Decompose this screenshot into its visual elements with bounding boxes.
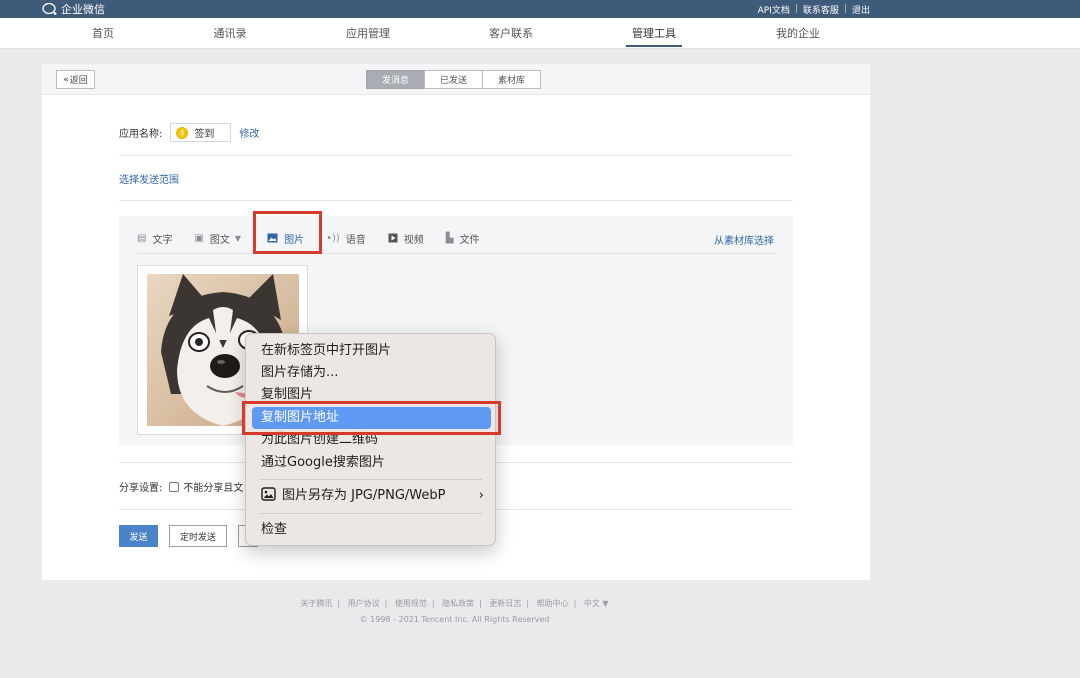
brand-logo[interactable]: 企业微信 [42, 0, 105, 18]
dropdown-arrow-icon: ▼ [234, 233, 242, 243]
tab-sent[interactable]: 已发送 [424, 70, 483, 89]
nav-item-tools[interactable]: 管理工具 [626, 18, 682, 49]
nav-item-apps[interactable]: 应用管理 [346, 18, 390, 49]
app-coin-icon: $ [176, 126, 189, 139]
copyright: © 1998 - 2021 Tencent Inc. All Rights Re… [359, 615, 550, 624]
tool-label: 语音 [345, 234, 366, 246]
footer-link[interactable]: 更新日志 [489, 599, 521, 608]
wecom-logo-icon [42, 2, 57, 15]
footer-link[interactable]: 使用规范 [395, 599, 427, 608]
tool-label: 视频 [403, 234, 424, 246]
tool-video[interactable]: 视频 [388, 231, 424, 246]
language-select[interactable]: 中文 ▼ [584, 599, 609, 608]
divider [119, 200, 793, 201]
video-icon [388, 233, 398, 243]
share-settings: 分享设置: 不能分享且文 [119, 479, 243, 494]
chevron-right-icon: › [478, 488, 484, 503]
nav-item-customers[interactable]: 客户联系 [489, 18, 533, 49]
share-label: 分享设置: [119, 483, 163, 494]
back-label: 返回 [69, 76, 88, 86]
tab-library[interactable]: 素材库 [482, 70, 541, 89]
footer-link[interactable]: 用户协议 [348, 599, 380, 608]
menu-item-google-search[interactable]: 通过Google搜索图片 [252, 452, 491, 474]
select-scope-link[interactable]: 选择发送范围 [119, 171, 179, 186]
picture-icon [261, 487, 276, 501]
back-button[interactable]: « 返回 [56, 70, 95, 89]
save-as-label: 图片另存为 JPG/PNG/WebP [282, 488, 446, 503]
file-icon: ▙ [445, 232, 454, 244]
tool-text[interactable]: ▤ 文字 [137, 231, 172, 246]
api-docs-link[interactable]: API文档 [758, 3, 790, 16]
footer-links: 关于腾讯 | 用户协议 | 使用规范 | 隐私政策 | 更新日志 | 帮助中心 | 中文 ▼ [300, 599, 609, 608]
brand-name: 企业微信 [61, 3, 105, 16]
app-name-row: 应用名称: $ 签到 修改 [119, 123, 259, 142]
nav-item-home[interactable]: 首页 [92, 18, 114, 49]
main-nav: 首页 通讯录 应用管理 客户联系 管理工具 我的企业 [0, 18, 1080, 49]
menu-separator [260, 479, 482, 480]
nav-item-company[interactable]: 我的企业 [776, 18, 820, 49]
edit-app-link[interactable]: 修改 [239, 125, 259, 140]
menu-item-inspect[interactable]: 检查 [252, 519, 491, 541]
double-chevron-left-icon: « [63, 74, 69, 85]
tool-label: 文件 [459, 234, 480, 246]
tool-voice[interactable]: •)) 语音 [326, 231, 366, 246]
top-bar: 企业微信 API文档 | 联系客服 | 退出 [0, 0, 1080, 18]
share-option-label: 不能分享且文 [183, 483, 244, 494]
context-menu: 在新标签页中打开图片 图片存储为... 复制图片 复制图片地址 为此图片创建二维… [245, 333, 496, 546]
menu-item-open-in-new-tab[interactable]: 在新标签页中打开图片 [252, 340, 491, 362]
no-share-checkbox[interactable] [169, 481, 180, 492]
send-button[interactable]: 发送 [119, 525, 158, 547]
article-icon: ▣ [194, 232, 204, 244]
choose-from-library-link[interactable]: 从素材库选择 [714, 232, 774, 247]
message-tabs: 发消息 已发送 素材库 [366, 70, 541, 89]
action-buttons: 发送 定时发送 [119, 525, 259, 547]
footer-link[interactable]: 隐私政策 [442, 599, 474, 608]
menu-item-save-as-format[interactable]: 图片另存为 JPG/PNG/WebP › [252, 485, 491, 507]
highlight-frame [253, 211, 322, 254]
support-link[interactable]: 联系客服 [803, 3, 839, 16]
voice-icon: •)) [326, 232, 340, 244]
menu-item-save-image[interactable]: 图片存储为... [252, 362, 491, 384]
divider [137, 253, 775, 254]
schedule-send-button[interactable]: 定时发送 [169, 525, 228, 547]
highlight-frame [242, 401, 501, 435]
tool-label: 图文 [209, 234, 230, 246]
nav-item-contacts[interactable]: 通讯录 [214, 18, 247, 49]
footer-link[interactable]: 帮助中心 [537, 599, 569, 608]
tool-file[interactable]: ▙ 文件 [446, 231, 480, 246]
app-name-value: 签到 [194, 129, 215, 140]
divider [119, 155, 793, 156]
top-links: API文档 | 联系客服 | 退出 [757, 3, 870, 16]
text-icon: ▤ [137, 232, 147, 244]
tool-label: 文字 [152, 234, 173, 246]
app-chip: $ 签到 [170, 123, 232, 142]
tool-article[interactable]: ▣ 图文 ▼ [194, 231, 241, 246]
footer-link[interactable]: 关于腾讯 [300, 599, 332, 608]
menu-separator [260, 513, 482, 514]
panel-header: « 返回 发消息 已发送 素材库 [42, 64, 870, 95]
app-name-label: 应用名称: [119, 129, 163, 140]
logout-link[interactable]: 退出 [852, 3, 870, 16]
tab-send-message[interactable]: 发消息 [366, 70, 425, 89]
